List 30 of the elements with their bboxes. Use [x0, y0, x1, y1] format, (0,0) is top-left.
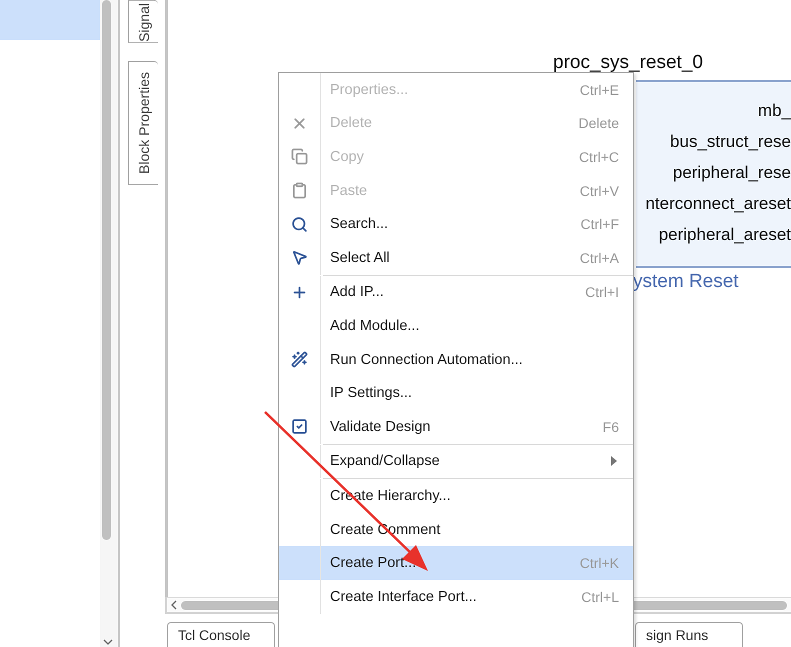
panel-tab[interactable]: Tcl Console: [167, 622, 275, 647]
port-label: nterconnect_areset: [645, 193, 791, 215]
menu-item[interactable]: Validate Design F6: [279, 410, 633, 444]
menu-item[interactable]: Select All Ctrl+A: [279, 240, 633, 275]
side-tab[interactable]: Signal: [128, 0, 158, 43]
menu-item[interactable]: Add Module...: [279, 309, 633, 343]
port-label: peripheral_areset: [658, 224, 791, 246]
wand-icon: [291, 351, 308, 368]
chevron-down-icon[interactable]: [103, 639, 113, 645]
menu-item[interactable]: Create Interface Port... Ctrl+L: [279, 580, 633, 614]
panel-tab[interactable]: sign Runs: [635, 622, 743, 647]
cursor-icon: [291, 249, 308, 266]
block-caption: ystem Reset: [633, 271, 739, 293]
menu-item[interactable]: Run Connection Automation...: [279, 342, 633, 376]
side-tab[interactable]: Block Properties: [128, 60, 158, 185]
port-label: mb_: [758, 100, 791, 122]
menu-item[interactable]: IP Settings...: [279, 376, 633, 410]
chevron-left-icon[interactable]: [171, 600, 177, 610]
copy-icon: [291, 148, 308, 166]
block-title: proc_sys_reset_0: [553, 52, 703, 74]
menu-item[interactable]: Search... Ctrl+F: [279, 207, 633, 241]
checkbox-icon: [291, 418, 308, 436]
menu-item[interactable]: Create Port... Ctrl+K: [279, 546, 633, 580]
port-label: peripheral_rese: [672, 162, 791, 184]
search-icon: [291, 216, 308, 233]
clipboard-icon: [291, 182, 308, 200]
menu-item[interactable]: Add IP... Ctrl+I: [279, 276, 633, 310]
scrollbar-thumb[interactable]: [102, 0, 111, 540]
port-label: bus_struct_rese: [670, 131, 791, 153]
ip-block[interactable]: mb_ bus_struct_rese peripheral_rese nterconnect_areset peripheral_areset: [636, 80, 791, 268]
